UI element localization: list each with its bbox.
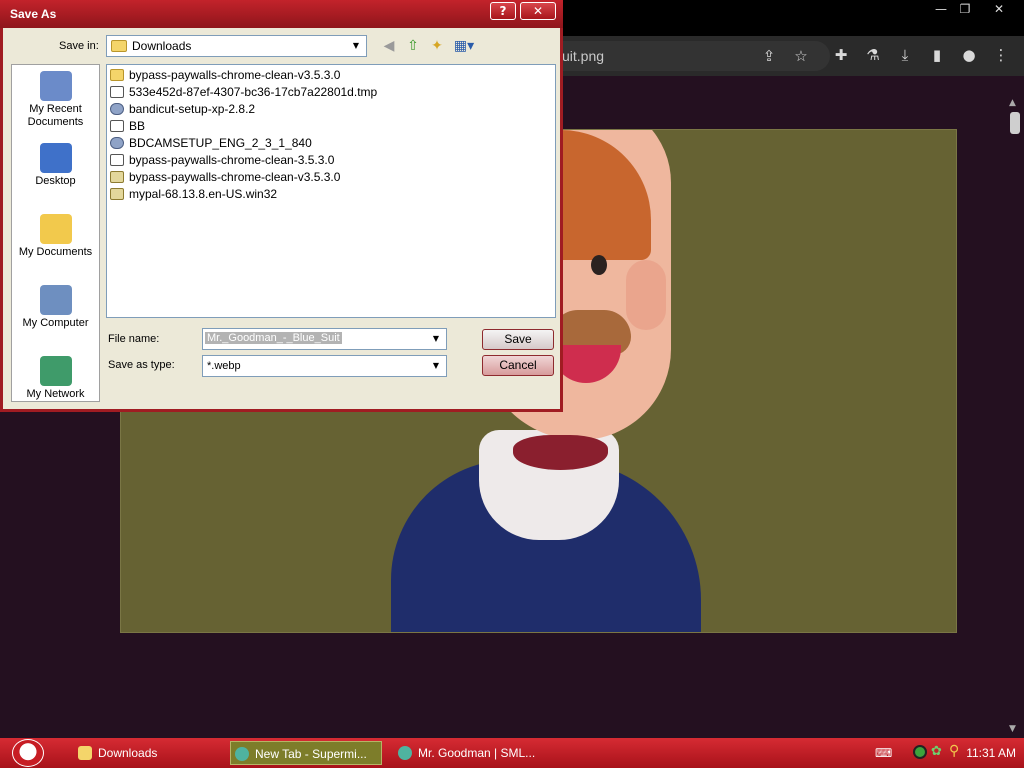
file-name-value: Mr._Goodman_-_Blue_Suit — [205, 332, 342, 344]
my-network-icon — [39, 356, 72, 386]
network-status-icon[interactable] — [913, 745, 927, 759]
dialog-titlebar[interactable]: Save As ? ✕ — [0, 0, 563, 28]
save-as-dialog: Save As ? ✕ Save in: Downloads ▼ ◀ ⇧ ✦ ▦… — [0, 0, 563, 412]
place-recent-documents[interactable]: My Recent Documents — [12, 71, 99, 129]
profile-icon[interactable]: ● — [958, 44, 980, 66]
download-icon[interactable]: ⤓ — [894, 44, 916, 66]
browser-icon — [235, 747, 249, 761]
sidepanel-icon[interactable]: ▮ — [926, 44, 948, 66]
save-button[interactable]: Save — [482, 329, 554, 350]
security-icon[interactable]: ✿ — [931, 744, 942, 759]
url-text: uit.png — [562, 48, 605, 64]
place-desktop[interactable]: Desktop — [12, 143, 99, 188]
system-tray: ⌨ ✿ ⚲ 11:31 AM — [875, 740, 1024, 766]
clock: 11:31 AM — [966, 746, 1016, 760]
help-button[interactable]: ? — [490, 2, 516, 20]
save-in-dropdown[interactable]: Downloads ▼ — [106, 35, 367, 57]
list-item[interactable]: BB — [110, 119, 145, 136]
file-name-label: File name: — [108, 333, 160, 345]
list-item[interactable]: bypass-paywalls-chrome-clean-3.5.3.0 — [110, 153, 334, 170]
file-type-icon — [110, 137, 124, 149]
my-documents-icon — [39, 214, 72, 244]
list-item[interactable]: 533e452d-87ef-4307-bc36-17cb7a22801d.tmp — [110, 85, 377, 102]
cancel-button[interactable]: Cancel — [482, 355, 554, 376]
file-name-field[interactable]: Mr._Goodman_-_Blue_Suit ▼ — [202, 328, 447, 350]
scroll-up-icon[interactable]: ▲ — [1009, 98, 1016, 108]
restore-icon[interactable]: ❐ — [950, 0, 980, 18]
extensions-icon[interactable]: ✚ — [830, 44, 852, 66]
chevron-down-icon[interactable]: ▼ — [428, 331, 444, 347]
back-icon[interactable]: ◀ — [379, 37, 399, 55]
new-folder-icon[interactable]: ✦ — [427, 37, 447, 55]
puppet-eye — [591, 255, 607, 275]
taskbar-item-mr-goodman[interactable]: Mr. Goodman | SML... — [394, 741, 546, 765]
browser-icon — [398, 746, 412, 760]
file-list[interactable]: bypass-paywalls-chrome-clean-v3.5.3.0 53… — [106, 64, 556, 318]
my-computer-icon — [39, 285, 72, 315]
file-type-icon — [110, 188, 124, 200]
list-item[interactable]: bandicut-setup-xp-2.8.2 — [110, 102, 255, 119]
scroll-down-icon[interactable]: ▼ — [1009, 724, 1016, 734]
dialog-title: Save As — [10, 7, 57, 21]
folder-icon — [111, 40, 127, 52]
list-item[interactable]: bypass-paywalls-chrome-clean-v3.5.3.0 — [110, 68, 340, 85]
page-scrollbar[interactable]: ▲ ▼ — [1006, 98, 1024, 738]
file-type-icon — [110, 154, 124, 166]
place-my-documents[interactable]: My Documents — [12, 214, 99, 259]
address-bar[interactable]: uit.png ⇪ ☆ — [540, 41, 830, 71]
place-my-network[interactable]: My Network — [12, 356, 99, 401]
puppet-bowtie — [513, 435, 608, 470]
taskbar-item-new-tab[interactable]: New Tab - Supermi... — [230, 741, 382, 765]
file-type-icon — [110, 120, 124, 132]
search-key-icon[interactable]: ⚲ — [949, 743, 959, 759]
desktop-icon — [39, 143, 72, 173]
taskbar-item-downloads[interactable]: Downloads — [74, 741, 224, 765]
places-bar: My Recent Documents Desktop My Documents… — [11, 64, 100, 402]
chevron-down-icon[interactable]: ▼ — [428, 358, 444, 374]
share-icon[interactable]: ⇪ — [758, 45, 780, 67]
dialog-close-button[interactable]: ✕ — [520, 2, 556, 20]
star-icon[interactable]: ☆ — [790, 45, 812, 67]
save-as-type-value: *.webp — [207, 360, 241, 372]
folder-icon — [78, 746, 92, 760]
scroll-thumb[interactable] — [1010, 112, 1020, 134]
list-item[interactable]: BDCAMSETUP_ENG_2_3_1_840 — [110, 136, 312, 153]
close-icon[interactable]: ✕ — [984, 0, 1014, 18]
menu-icon[interactable]: ⋮ — [990, 44, 1012, 66]
list-item[interactable]: mypal-68.13.8.en-US.win32 — [110, 187, 277, 204]
place-my-computer[interactable]: My Computer — [12, 285, 99, 330]
up-folder-icon[interactable]: ⇧ — [403, 37, 423, 55]
list-item[interactable]: bypass-paywalls-chrome-clean-v3.5.3.0 — [110, 170, 340, 187]
recent-documents-icon — [39, 71, 72, 101]
file-type-icon — [110, 103, 124, 115]
puppet-ear — [626, 260, 666, 330]
file-type-icon — [110, 171, 124, 183]
file-type-icon — [110, 69, 124, 81]
keyboard-icon[interactable]: ⌨ — [875, 746, 892, 760]
save-in-value: Downloads — [132, 39, 192, 53]
save-as-type-dropdown[interactable]: *.webp ▼ — [202, 355, 447, 377]
save-in-label: Save in: — [59, 40, 99, 52]
start-logo-icon — [12, 739, 44, 767]
chevron-down-icon[interactable]: ▼ — [348, 38, 364, 54]
save-as-type-label: Save as type: — [108, 359, 175, 371]
taskbar: Downloads New Tab - Supermi... Mr. Goodm… — [0, 738, 1024, 768]
file-type-icon — [110, 86, 124, 98]
view-menu-icon[interactable]: ▦▾ — [451, 37, 477, 55]
labs-icon[interactable]: ⚗ — [862, 44, 884, 66]
start-button[interactable] — [8, 738, 50, 768]
